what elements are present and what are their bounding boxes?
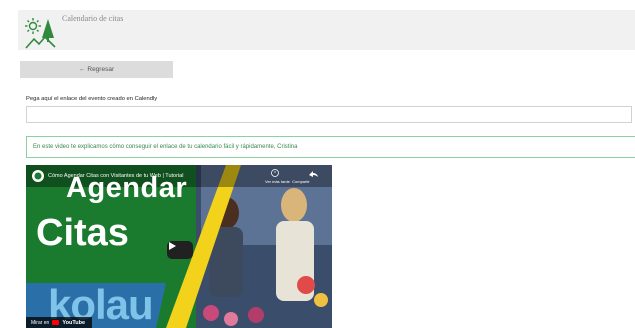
play-icon bbox=[169, 242, 176, 250]
play-button[interactable] bbox=[167, 241, 193, 259]
back-button-label: Regresar bbox=[87, 66, 115, 73]
share-label[interactable]: Compartir bbox=[292, 179, 310, 184]
back-button[interactable]: ← Regresar bbox=[20, 61, 173, 78]
video-player[interactable]: Cómo Agendar Citas con Visitantes de tu … bbox=[26, 165, 332, 328]
calendly-url-label: Pega aquí el enlace del evento creado en… bbox=[26, 96, 158, 102]
arrow-left-icon: ← bbox=[78, 66, 86, 73]
youtube-brand: YouTube bbox=[62, 319, 86, 326]
thumbnail-text-agendar: Agendar bbox=[66, 172, 188, 204]
app-title: Calendario de citas bbox=[62, 14, 124, 23]
youtube-icon bbox=[52, 320, 60, 325]
info-alert-text: En este video te explicamos cómo consegu… bbox=[33, 144, 298, 150]
app-header: Calendario de citas bbox=[18, 10, 635, 50]
thumbnail-text-citas: Citas bbox=[36, 212, 129, 254]
watch-on-label: Mirar en bbox=[31, 319, 50, 326]
logo-icon bbox=[25, 18, 56, 49]
video-controls-label: Ver más tarde Compartir bbox=[265, 179, 310, 184]
info-alert: En este video te explicamos cómo consegu… bbox=[26, 136, 635, 158]
calendly-url-input[interactable] bbox=[26, 106, 632, 123]
watch-on-youtube[interactable]: Mirar en YouTube bbox=[26, 317, 92, 328]
watch-later-label[interactable]: Ver más tarde bbox=[265, 179, 290, 184]
